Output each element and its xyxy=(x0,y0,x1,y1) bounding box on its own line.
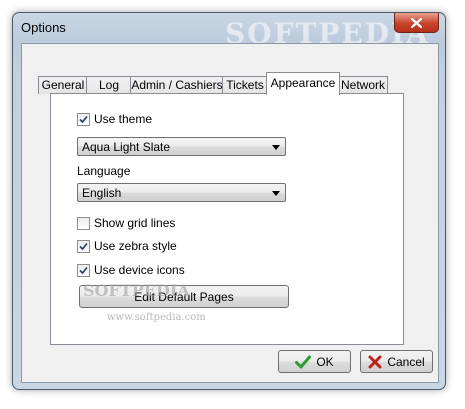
use-theme-row[interactable]: Use theme xyxy=(77,112,152,126)
zebra-style-checkbox[interactable] xyxy=(77,239,90,253)
check-icon xyxy=(79,266,88,274)
theme-select-value: Aqua Light Slate xyxy=(82,140,171,154)
theme-select[interactable]: Aqua Light Slate xyxy=(77,137,286,156)
show-grid-label: Show grid lines xyxy=(94,216,176,230)
device-icons-row[interactable]: Use device icons xyxy=(77,263,185,277)
zebra-style-label: Use zebra style xyxy=(94,239,177,253)
chevron-down-icon xyxy=(272,191,280,196)
check-icon xyxy=(79,242,88,250)
checkmark-icon xyxy=(295,355,312,368)
close-icon xyxy=(411,17,422,28)
zebra-style-row[interactable]: Use zebra style xyxy=(77,239,177,253)
show-grid-row[interactable]: Show grid lines xyxy=(77,216,175,230)
show-grid-checkbox[interactable] xyxy=(77,216,90,230)
language-label: Language xyxy=(77,164,131,178)
device-icons-checkbox[interactable] xyxy=(77,263,90,277)
use-theme-checkbox[interactable] xyxy=(77,112,90,126)
button-watermark: SOFTPEDIA xyxy=(83,281,190,300)
language-select[interactable]: English xyxy=(77,183,286,202)
ok-label: OK xyxy=(316,354,334,369)
close-button[interactable] xyxy=(394,13,439,33)
tab-admin-cashiers[interactable]: Admin / Cashiers xyxy=(130,76,224,94)
ok-button[interactable]: OK xyxy=(278,350,351,373)
use-theme-label: Use theme xyxy=(94,112,153,126)
cancel-label: Cancel xyxy=(387,354,425,369)
chevron-down-icon xyxy=(272,145,280,150)
dialog-client-area: General Log Admin / Cashiers Tickets App… xyxy=(21,43,439,383)
tab-network[interactable]: Network xyxy=(338,76,388,94)
tab-tickets[interactable]: Tickets xyxy=(222,76,268,94)
language-select-value: English xyxy=(82,186,122,200)
cross-icon xyxy=(368,355,382,368)
tab-log[interactable]: Log xyxy=(86,76,132,94)
check-icon xyxy=(79,115,88,123)
appearance-panel: Use theme Aqua Light Slate Language Engl… xyxy=(50,93,404,345)
cancel-button[interactable]: Cancel xyxy=(360,350,433,373)
options-dialog: Options SOFTPEDIA General Log Admin / Ca… xyxy=(12,12,446,390)
tab-appearance[interactable]: Appearance xyxy=(266,72,340,95)
device-icons-label: Use device icons xyxy=(94,263,185,277)
tab-general[interactable]: General xyxy=(38,76,88,94)
window-title: Options xyxy=(21,20,66,35)
site-watermark: www.softpedia.com xyxy=(107,312,206,323)
